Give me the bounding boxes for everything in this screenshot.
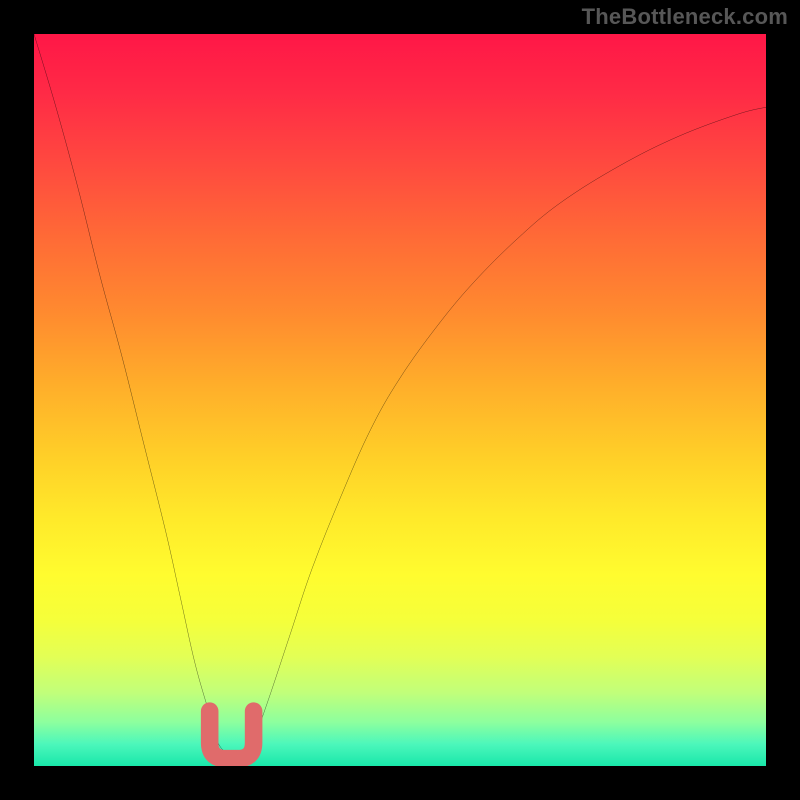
u-mark-annotation: [210, 711, 254, 759]
bottleneck-curve: [34, 34, 766, 756]
watermark-text: TheBottleneck.com: [582, 4, 788, 30]
chart-svg: [34, 34, 766, 766]
chart-container: TheBottleneck.com: [0, 0, 800, 800]
plot-area: [34, 34, 766, 766]
